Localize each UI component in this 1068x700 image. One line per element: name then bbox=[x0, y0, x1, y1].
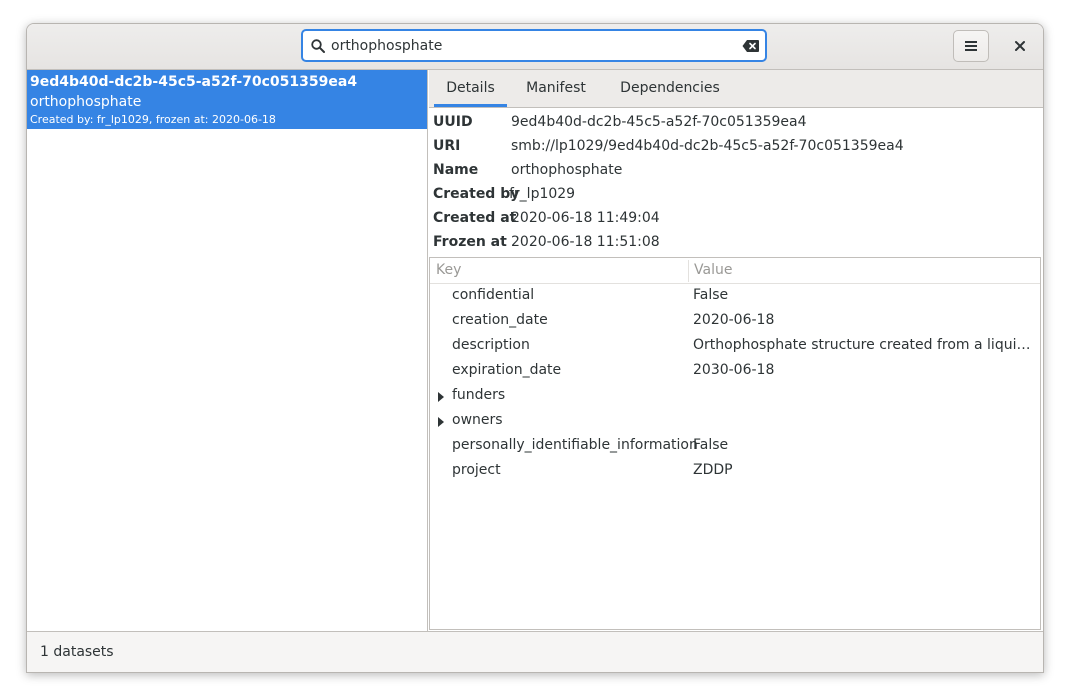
tab-manifest[interactable]: Manifest bbox=[519, 70, 593, 107]
tree-value: False bbox=[693, 287, 729, 303]
tree-row[interactable]: personally_identifiable_information Fals… bbox=[430, 434, 1040, 459]
hamburger-menu-icon bbox=[965, 41, 977, 51]
tree-row[interactable]: funders bbox=[430, 384, 1040, 409]
tree-value: 2020-06-18 bbox=[693, 312, 775, 328]
search-icon bbox=[311, 39, 325, 53]
tree-value: 2030-06-18 bbox=[693, 362, 775, 378]
close-window-button[interactable] bbox=[1005, 31, 1035, 61]
tree-key: personally_identifiable_information bbox=[452, 437, 698, 453]
prop-label-frozen-at: Frozen at bbox=[433, 234, 507, 250]
tree-header: Key Value bbox=[430, 258, 1040, 284]
tree-key: expiration_date bbox=[452, 362, 562, 378]
readme-tree-view: Key Value confidential False creation_da… bbox=[429, 257, 1041, 630]
search-input[interactable] bbox=[331, 35, 731, 57]
tree-key: confidential bbox=[452, 287, 535, 303]
prop-label-uuid: UUID bbox=[433, 114, 473, 130]
dataset-meta: Created by: fr_lp1029, frozen at: 2020-0… bbox=[30, 113, 276, 126]
details-pane: Details Manifest Dependencies UUID 9ed4b… bbox=[429, 70, 1043, 631]
tab-bar: Details Manifest Dependencies bbox=[429, 70, 1043, 108]
tab-details[interactable]: Details bbox=[434, 70, 507, 107]
prop-value-uri: smb://lp1029/9ed4b40d-dc2b-45c5-a52f-70c… bbox=[511, 138, 904, 154]
dataset-uuid: 9ed4b40d-dc2b-45c5-a52f-70c051359ea4 bbox=[30, 74, 358, 90]
tree-value: Orthophosphate structure created from a … bbox=[693, 337, 1037, 353]
tree-row[interactable]: project ZDDP bbox=[430, 459, 1040, 484]
main-menu-button[interactable] bbox=[953, 30, 989, 62]
expander-arrow-icon[interactable] bbox=[438, 392, 444, 402]
dataset-list-item[interactable]: 9ed4b40d-dc2b-45c5-a52f-70c051359ea4 ort… bbox=[27, 70, 427, 129]
tree-row[interactable]: owners bbox=[430, 409, 1040, 434]
prop-value-uuid: 9ed4b40d-dc2b-45c5-a52f-70c051359ea4 bbox=[511, 114, 807, 130]
prop-value-name: orthophosphate bbox=[511, 162, 623, 178]
prop-label-created-by: Created by bbox=[433, 186, 520, 202]
tree-key: description bbox=[452, 337, 530, 353]
tree-key: owners bbox=[452, 412, 503, 428]
prop-label-name: Name bbox=[433, 162, 479, 178]
tree-row[interactable]: creation_date 2020-06-18 bbox=[430, 309, 1040, 334]
dataset-count: 1 datasets bbox=[40, 644, 114, 660]
prop-label-created-at: Created at bbox=[433, 210, 517, 226]
prop-value-frozen-at: 2020-06-18 11:51:08 bbox=[511, 234, 660, 250]
close-icon bbox=[1015, 41, 1025, 51]
prop-label-uri: URI bbox=[433, 138, 461, 154]
tree-key: creation_date bbox=[452, 312, 548, 328]
tree-value: ZDDP bbox=[693, 462, 733, 478]
dataset-name: orthophosphate bbox=[30, 94, 142, 110]
search-entry[interactable] bbox=[301, 29, 767, 62]
app-window: 9ed4b40d-dc2b-45c5-a52f-70c051359ea4 ort… bbox=[26, 23, 1044, 673]
tree-row[interactable]: description Orthophosphate structure cre… bbox=[430, 334, 1040, 359]
header-bar bbox=[27, 24, 1043, 70]
tree-row[interactable]: expiration_date 2030-06-18 bbox=[430, 359, 1040, 384]
column-header-key[interactable]: Key bbox=[436, 262, 461, 278]
column-header-value[interactable]: Value bbox=[694, 262, 732, 278]
prop-value-created-by: fr_lp1029 bbox=[509, 186, 576, 202]
prop-value-created-at: 2020-06-18 11:49:04 bbox=[511, 210, 660, 226]
column-separator[interactable] bbox=[688, 260, 689, 282]
tree-value: False bbox=[693, 437, 729, 453]
tree-key: project bbox=[452, 462, 501, 478]
dataset-list: 9ed4b40d-dc2b-45c5-a52f-70c051359ea4 ort… bbox=[27, 70, 428, 631]
tree-key: funders bbox=[452, 387, 506, 403]
expander-arrow-icon[interactable] bbox=[438, 417, 444, 427]
tree-row[interactable]: confidential False bbox=[430, 284, 1040, 309]
edit-clear-icon[interactable] bbox=[742, 39, 760, 53]
status-bar: 1 datasets bbox=[27, 631, 1043, 672]
tab-dependencies[interactable]: Dependencies bbox=[608, 70, 732, 107]
